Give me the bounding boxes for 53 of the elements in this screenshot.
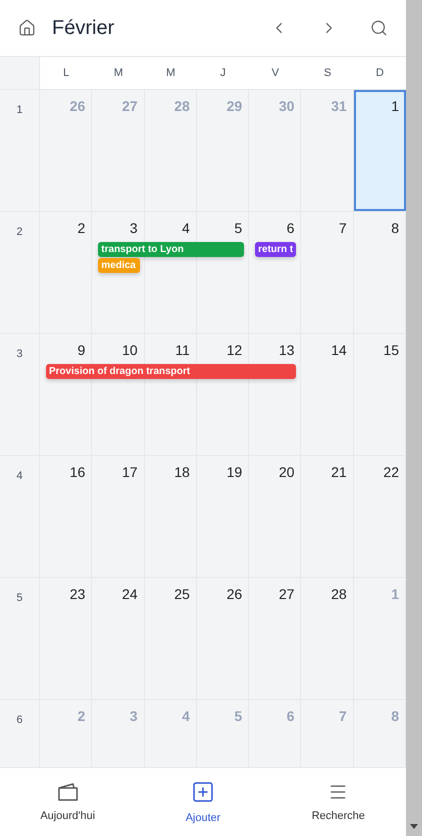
day-number[interactable]: 27 <box>278 586 294 602</box>
event-bar[interactable]: Provision of dragon transport <box>46 364 296 379</box>
day-number[interactable]: 28 <box>331 586 347 602</box>
today-cell[interactable]: 1 <box>354 90 406 211</box>
scroll-down-icon[interactable] <box>410 824 418 830</box>
nav-tab[interactable]: Ajouter <box>135 768 271 836</box>
week-number: 3 <box>0 334 40 455</box>
day-number[interactable]: 9 <box>77 342 86 358</box>
week-number: 1 <box>0 90 40 211</box>
day-number[interactable]: 26 <box>226 586 242 602</box>
day-number[interactable]: 4 <box>182 220 190 236</box>
day-number[interactable]: 25 <box>174 586 190 602</box>
day-number[interactable]: 12 <box>226 342 242 358</box>
wallet-icon <box>56 782 79 802</box>
day-number[interactable]: 13 <box>278 342 294 358</box>
day-number[interactable]: 5 <box>234 220 242 236</box>
weekday-label: D <box>374 66 385 81</box>
scrollbar[interactable] <box>406 0 422 836</box>
weekday-label: M <box>165 66 176 81</box>
nav-tab[interactable]: Aujourd'hui <box>0 768 136 836</box>
day-number[interactable]: 7 <box>338 220 347 236</box>
day-number[interactable]: 22 <box>383 464 399 480</box>
day-number[interactable]: 15 <box>383 342 399 358</box>
day-number[interactable]: 6 <box>286 220 294 236</box>
search-icon <box>370 19 388 37</box>
day-number[interactable]: 16 <box>70 464 86 480</box>
nav-tab[interactable]: Recherche <box>270 768 406 836</box>
day-number[interactable]: 24 <box>122 586 138 602</box>
week-number: 2 <box>0 212 40 333</box>
home-icon[interactable] <box>18 19 36 37</box>
weekday-label: L <box>62 66 70 81</box>
day-number[interactable]: 8 <box>391 220 399 236</box>
weekday-label: M <box>112 66 124 81</box>
day-number[interactable]: 3 <box>130 220 138 236</box>
weekday-label: V <box>270 66 280 81</box>
day-number[interactable]: 18 <box>174 464 190 480</box>
add-icon <box>190 780 215 804</box>
week-number: 4 <box>0 456 40 577</box>
day-number[interactable]: 2 <box>77 220 86 236</box>
day-number[interactable]: 14 <box>331 342 347 358</box>
day-number[interactable]: 20 <box>278 464 294 480</box>
day-number[interactable]: 23 <box>70 586 86 602</box>
month-title: Février <box>52 16 116 40</box>
weekday-label: S <box>322 66 332 81</box>
day-number[interactable]: 17 <box>122 464 138 480</box>
day-number[interactable]: 1 <box>391 98 399 114</box>
day-number[interactable]: 10 <box>122 342 138 358</box>
weekday-label: J <box>219 66 227 81</box>
event-bar[interactable]: return t <box>255 242 296 257</box>
week-number: 5 <box>0 578 40 699</box>
day-number[interactable]: 11 <box>175 342 190 358</box>
day-number[interactable]: 19 <box>226 464 242 480</box>
day-number[interactable]: 21 <box>331 464 347 480</box>
